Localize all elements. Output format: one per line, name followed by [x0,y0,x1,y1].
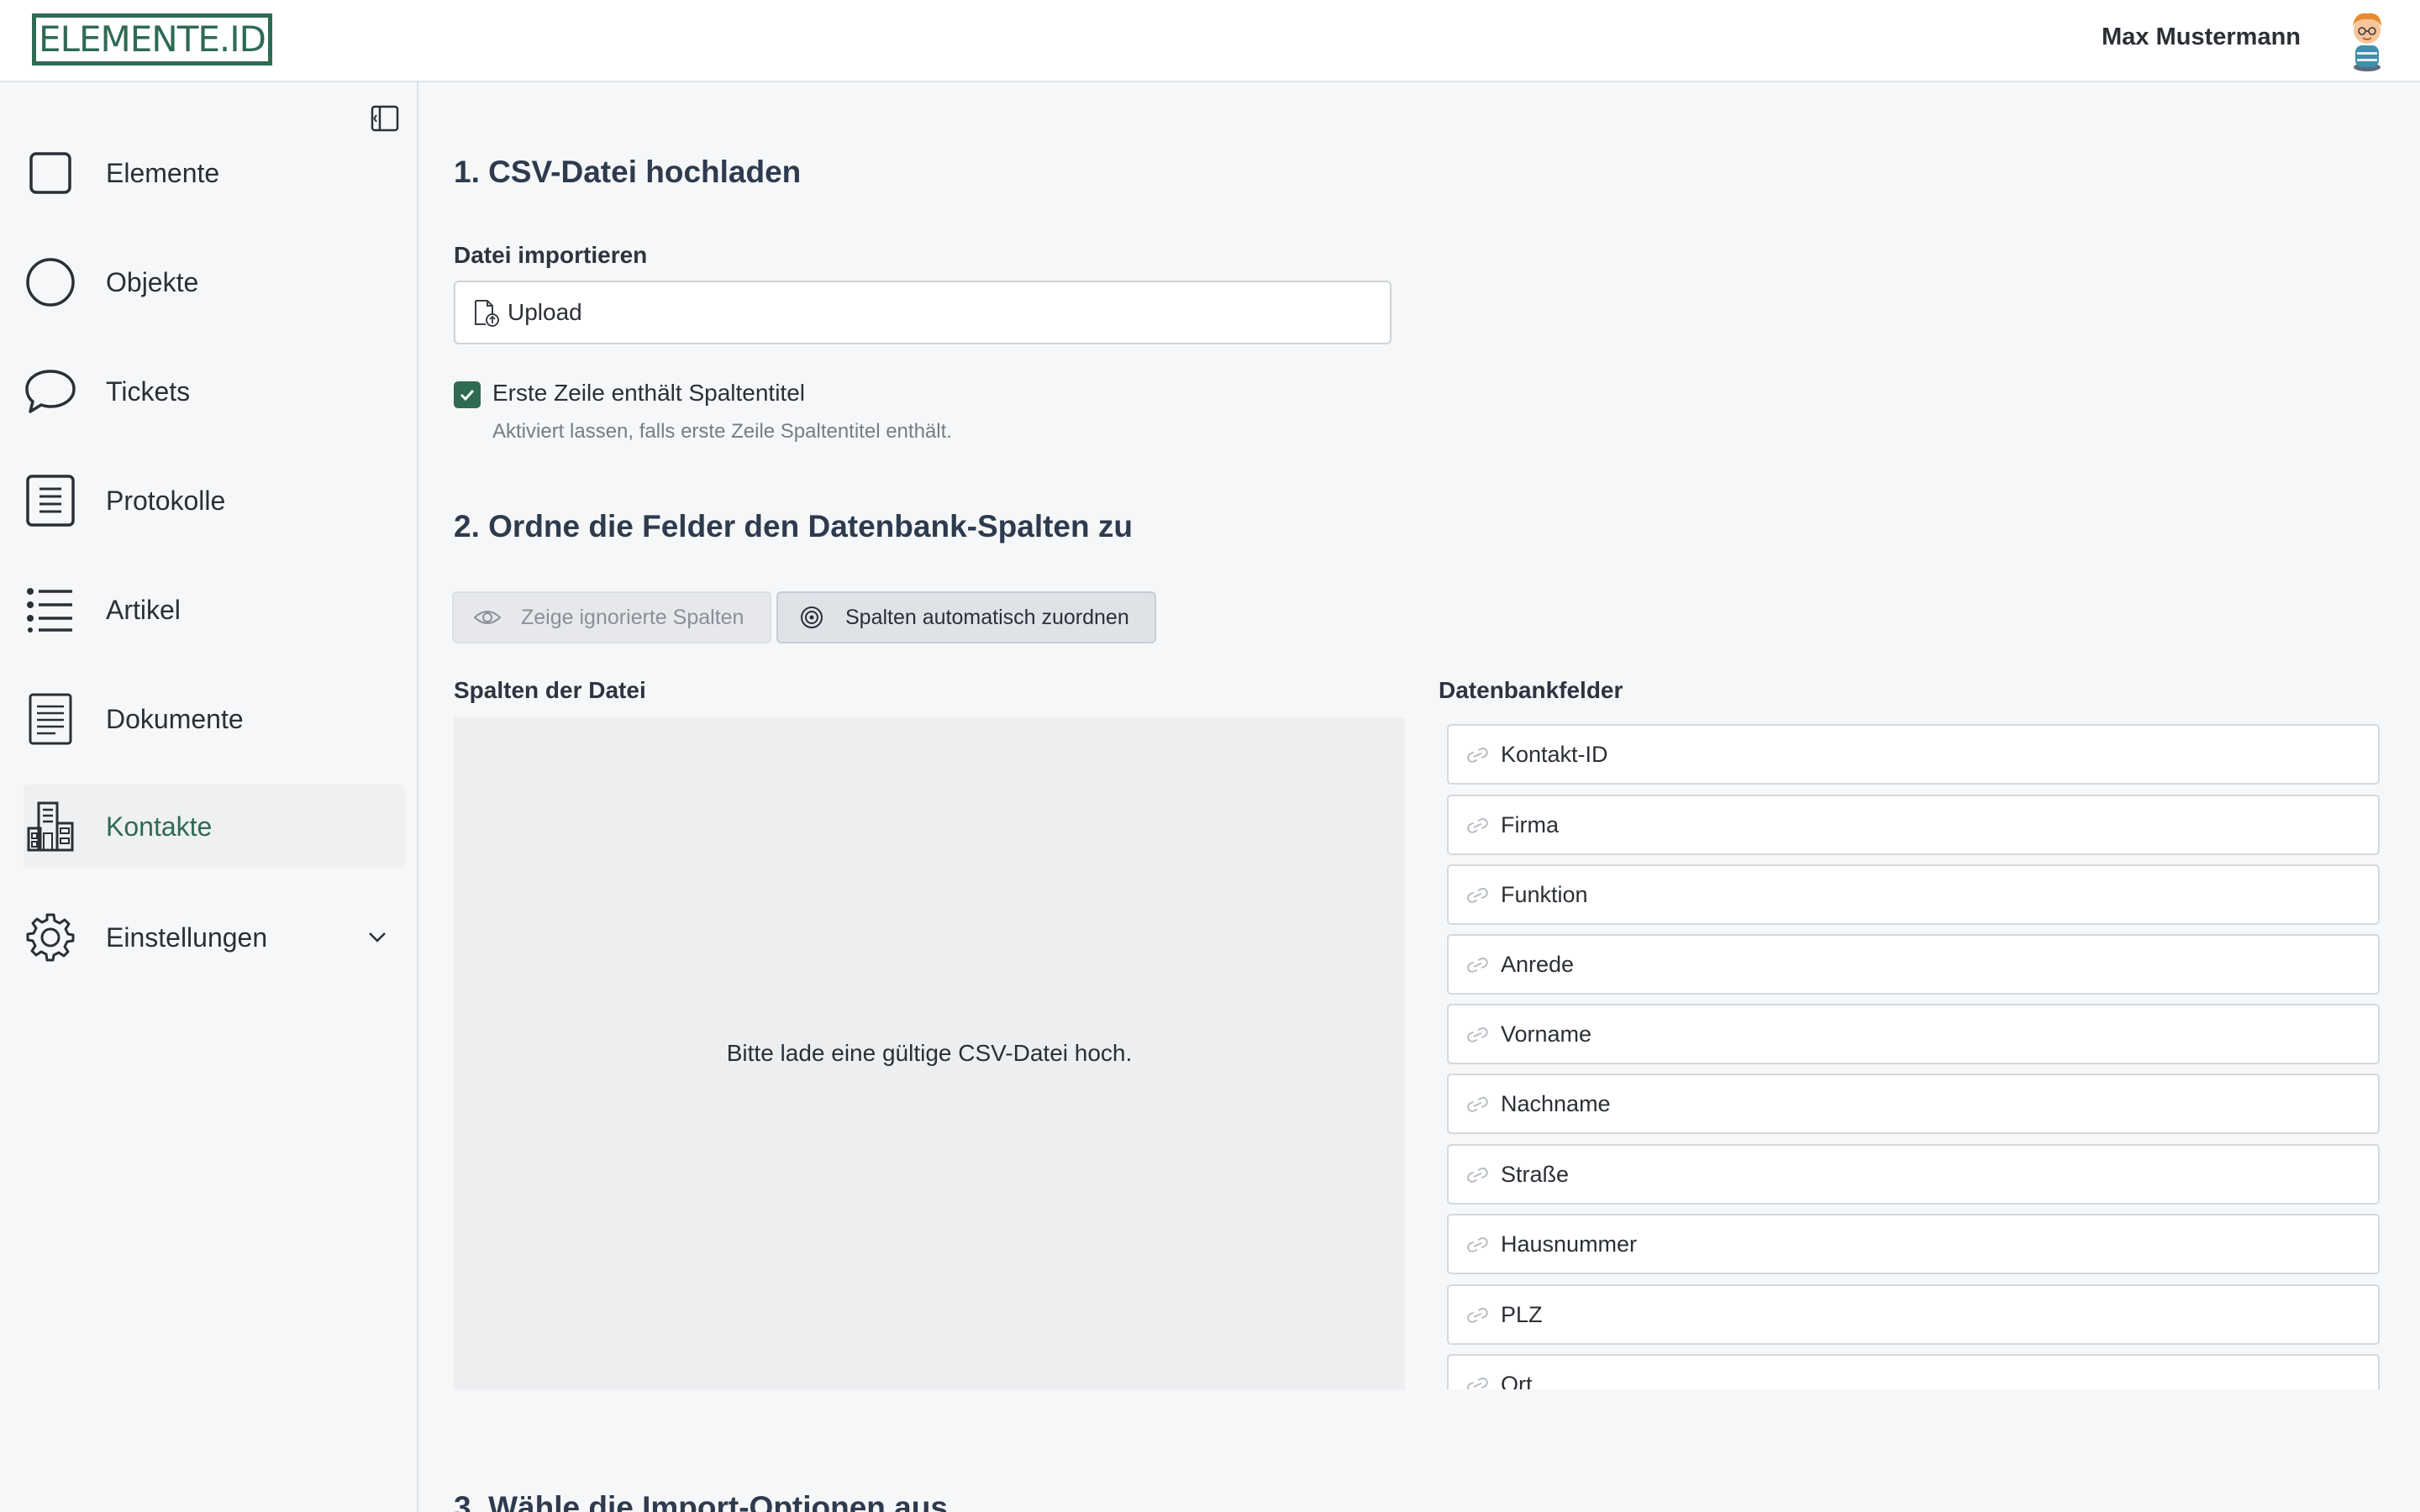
link-icon [1462,1159,1492,1189]
file-upload-icon [475,300,499,327]
db-field-label: Vorname [1501,1021,1592,1047]
document-icon [24,692,77,746]
main-content: 1. CSV-Datei hochladen Datei importieren… [420,82,2420,1512]
target-icon [797,602,827,633]
link-icon [1462,810,1492,840]
link-icon [1462,949,1492,979]
sidebar-collapse-icon[interactable] [370,104,400,133]
circle-icon [24,255,77,309]
db-field-item[interactable]: Nachname [1447,1074,2380,1134]
db-field-label: Funktion [1501,881,1588,907]
chevron-down-icon[interactable] [365,924,390,949]
link-icon [1462,1229,1492,1259]
sidebar-item-label: Artikel [106,594,181,625]
top-header: ELEMENTE.ID Max Mustermann [0,0,2420,82]
db-field-label: Straße [1501,1161,1570,1187]
app-logo[interactable]: ELEMENTE.ID [32,13,272,66]
section-title-import-options: 3. Wähle die Import-Optionen aus [454,1490,948,1512]
buildings-icon [24,800,77,853]
db-field-item[interactable]: Hausnummer [1447,1214,2380,1274]
checkbox-label[interactable]: Erste Zeile enthält Spaltentitel [492,380,805,407]
eye-icon [472,602,502,633]
db-field-item[interactable]: Anrede [1447,934,2380,995]
button-label: Spalten automatisch zuordnen [845,605,1129,629]
empty-state-message: Bitte lade eine gültige CSV-Datei hoch. [726,1040,1133,1066]
sidebar-item-dokumente[interactable]: Dokumente [24,677,405,761]
link-icon [1462,1299,1492,1330]
header-row-checkbox[interactable] [454,381,481,408]
show-ignored-columns-button[interactable]: Zeige ignorierte Spalten [452,591,771,643]
db-field-item[interactable]: Firma [1447,795,2380,855]
sidebar-item-objekte[interactable]: Objekte [24,240,405,324]
db-field-item[interactable]: Straße [1447,1144,2380,1205]
sidebar-item-label: Kontakte [106,811,213,842]
link-icon [1462,739,1492,769]
link-icon [1462,1019,1492,1049]
checkmark-icon [460,389,475,402]
link-icon [1462,1089,1492,1119]
db-fields-label: Datenbankfelder [1439,677,1623,703]
user-avatar[interactable] [2346,8,2388,72]
gear-icon [24,911,77,964]
user-name[interactable]: Max Mustermann [2102,22,2301,52]
bullet-list-icon [24,583,77,637]
sidebar-item-protokolle[interactable]: Protokolle [24,459,405,543]
sidebar-item-elemente[interactable]: Elemente [24,131,405,215]
square-icon [24,146,77,200]
sidebar-item-label: Elemente [106,157,220,188]
db-field-item[interactable]: Funktion [1447,864,2380,925]
sidebar-item-label: Einstellungen [106,921,268,953]
db-field-label: Ort [1501,1371,1533,1390]
db-field-item[interactable]: Vorname [1447,1004,2380,1064]
db-field-item[interactable]: Kontakt-ID [1447,724,2380,785]
db-field-label: PLZ [1501,1301,1543,1327]
sidebar: Elemente Objekte Tickets Protokolle Arti… [0,82,418,1512]
db-field-label: Nachname [1501,1090,1611,1116]
file-columns-dropzone[interactable]: Bitte lade eine gültige CSV-Datei hoch. [454,717,1405,1389]
sidebar-item-label: Protokolle [106,485,226,516]
section-title-upload: 1. CSV-Datei hochladen [454,155,802,189]
upload-input[interactable]: Upload [454,281,1392,344]
db-field-label: Kontakt-ID [1501,741,1608,767]
import-label: Datei importieren [454,242,648,268]
sidebar-item-label: Objekte [106,266,199,297]
db-field-label: Anrede [1501,951,1575,977]
db-field-item[interactable]: PLZ [1447,1284,2380,1345]
file-columns-label: Spalten der Datei [454,677,646,703]
sidebar-item-artikel[interactable]: Artikel [24,568,405,652]
checkbox-hint: Aktiviert lassen, falls erste Zeile Spal… [492,420,952,443]
section-title-mapping: 2. Ordne die Felder den Datenbank-Spalte… [454,509,1133,543]
sidebar-item-kontakte[interactable]: Kontakte [24,785,405,869]
button-label: Zeige ignorierte Spalten [521,605,744,629]
link-icon [1462,1369,1492,1389]
sidebar-item-label: Dokumente [106,703,244,734]
upload-placeholder: Upload [508,299,582,325]
speech-bubble-icon [24,365,77,418]
sidebar-item-label: Tickets [106,375,191,407]
link-icon [1462,879,1492,910]
db-field-label: Hausnummer [1501,1231,1638,1257]
db-fields-list[interactable]: Kontakt-ID Firma Funktion Anrede Vorname… [1447,724,2380,1389]
sidebar-item-einstellungen[interactable]: Einstellungen [24,895,405,979]
db-field-item[interactable]: Ort [1447,1354,2380,1389]
sidebar-item-tickets[interactable]: Tickets [24,349,405,433]
document-list-icon [24,474,77,528]
auto-assign-columns-button[interactable]: Spalten automatisch zuordnen [776,591,1156,643]
db-field-label: Firma [1501,811,1559,837]
